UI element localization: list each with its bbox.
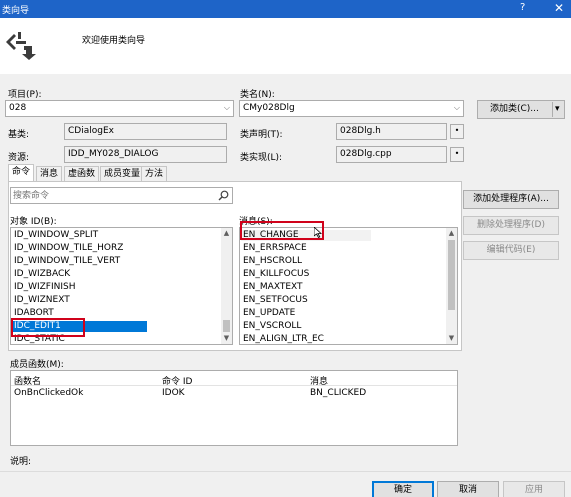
- list-item[interactable]: EN_UPDATE: [243, 308, 295, 319]
- tab-messages[interactable]: 消息: [36, 166, 63, 181]
- list-item[interactable]: EN_KILLFOCUS: [243, 269, 309, 280]
- cancel-button[interactable]: 取消: [437, 481, 499, 497]
- welcome-text: 欢迎使用类向导: [82, 36, 146, 46]
- list-item[interactable]: EN_HSCROLL: [243, 256, 302, 267]
- command-id-cell: IDOK: [162, 388, 185, 398]
- class-impl-label: 类实现(L):: [240, 153, 283, 163]
- tab-virtual-functions[interactable]: 虚函数: [64, 166, 100, 181]
- members-grid[interactable]: 函数名 命令 ID 消息 OnBnClickedOk IDOK BN_CLICK…: [10, 370, 458, 446]
- object-ids-label: 对象 ID(B):: [10, 217, 57, 227]
- resource-value: IDD_MY028_DIALOG: [68, 149, 159, 159]
- resource-field: IDD_MY028_DIALOG: [64, 146, 227, 163]
- list-item[interactable]: ID_WIZBACK: [14, 269, 70, 280]
- classname-combo[interactable]: CMy028Dlg ⌵: [239, 100, 464, 117]
- apply-button[interactable]: 应用: [503, 481, 565, 497]
- base-class-label: 基类:: [8, 130, 30, 140]
- function-name-cell: OnBnClickedOk: [14, 388, 84, 398]
- list-item[interactable]: EN_MAXTEXT: [243, 282, 303, 293]
- class-decl-field[interactable]: 028Dlg.h: [336, 123, 447, 140]
- search-icon[interactable]: [218, 190, 229, 201]
- scroll-thumb[interactable]: [223, 320, 230, 332]
- messages-list[interactable]: EN_CHANGE EN_ERRSPACE EN_HSCROLL EN_KILL…: [239, 227, 458, 345]
- base-class-value: CDialogEx: [68, 126, 114, 136]
- tab-methods[interactable]: 方法: [141, 166, 168, 181]
- members-label: 成员函数(M):: [10, 360, 64, 370]
- class-decl-value: 028Dlg.h: [340, 126, 381, 136]
- highlight-box: [11, 318, 85, 337]
- list-item[interactable]: ID_WINDOW_SPLIT: [14, 230, 98, 241]
- scroll-down-icon[interactable]: ▼: [446, 333, 457, 344]
- class-impl-browse-button[interactable]: •: [450, 147, 464, 162]
- delete-handler-button[interactable]: 删除处理程序(D): [463, 216, 559, 235]
- message-cell: BN_CLICKED: [310, 388, 367, 398]
- project-label: 项目(P):: [8, 90, 42, 100]
- scroll-thumb[interactable]: [448, 240, 455, 310]
- add-handler-button[interactable]: 添加处理程序(A)...: [463, 190, 559, 209]
- description-label: 说明:: [10, 457, 32, 467]
- list-item[interactable]: EN_ALIGN_LTR_EC: [243, 334, 324, 344]
- resource-label: 资源:: [8, 153, 30, 163]
- list-item[interactable]: EN_VSCROLL: [243, 321, 301, 332]
- classname-label: 类名(N):: [240, 90, 275, 100]
- class-decl-label: 类声明(T):: [240, 130, 283, 140]
- class-impl-value: 028Dlg.cpp: [340, 149, 392, 159]
- highlight-box: [240, 221, 324, 240]
- add-class-button[interactable]: 添加类(C)... ▾: [477, 100, 565, 119]
- footer-divider: [0, 471, 571, 472]
- classname-value: CMy028Dlg: [243, 103, 295, 113]
- edit-code-button[interactable]: 编辑代码(E): [463, 241, 559, 260]
- list-item[interactable]: ID_WIZFINISH: [14, 282, 76, 293]
- chevron-down-icon: ⌵: [453, 103, 460, 112]
- add-class-label: 添加类(C)...: [490, 104, 539, 114]
- scroll-down-icon[interactable]: ▼: [221, 333, 232, 344]
- chevron-down-icon: ⌵: [223, 103, 230, 112]
- list-item[interactable]: EN_SETFOCUS: [243, 295, 308, 306]
- mouse-cursor-icon: [314, 227, 322, 238]
- base-class-field: CDialogEx: [64, 123, 227, 140]
- search-input[interactable]: [13, 189, 213, 202]
- object-ids-scrollbar[interactable]: ▲ ▼: [221, 228, 232, 344]
- title-bar: 类向导 ? ✕: [0, 0, 571, 18]
- split-divider: [552, 102, 553, 117]
- project-value: 028: [9, 103, 27, 113]
- list-item[interactable]: ID_WIZNEXT: [14, 295, 70, 306]
- tab-member-variables[interactable]: 成员变量: [100, 166, 145, 181]
- class-decl-browse-button[interactable]: •: [450, 124, 464, 139]
- close-button[interactable]: ✕: [554, 1, 564, 15]
- header-divider: [11, 385, 457, 386]
- list-item[interactable]: EN_ERRSPACE: [243, 243, 307, 254]
- wizard-header: 欢迎使用类向导: [0, 18, 571, 74]
- tab-commands[interactable]: 命令: [8, 164, 35, 181]
- search-box[interactable]: [10, 187, 233, 204]
- dropdown-arrow-icon[interactable]: ▾: [555, 101, 560, 118]
- class-wizard-icon: [6, 32, 36, 60]
- scroll-up-icon[interactable]: ▲: [221, 228, 232, 239]
- table-row[interactable]: OnBnClickedOk IDOK BN_CLICKED: [11, 387, 457, 399]
- ok-button[interactable]: 确定: [372, 481, 434, 497]
- project-combo[interactable]: 028 ⌵: [5, 100, 234, 117]
- list-item[interactable]: ID_WINDOW_TILE_HORZ: [14, 243, 123, 254]
- scroll-up-icon[interactable]: ▲: [446, 228, 457, 239]
- window-title: 类向导: [2, 6, 30, 16]
- class-impl-field[interactable]: 028Dlg.cpp: [336, 146, 447, 163]
- help-button[interactable]: ?: [520, 2, 525, 13]
- messages-scrollbar[interactable]: ▲ ▼: [446, 228, 457, 344]
- list-item[interactable]: ID_WINDOW_TILE_VERT: [14, 256, 120, 267]
